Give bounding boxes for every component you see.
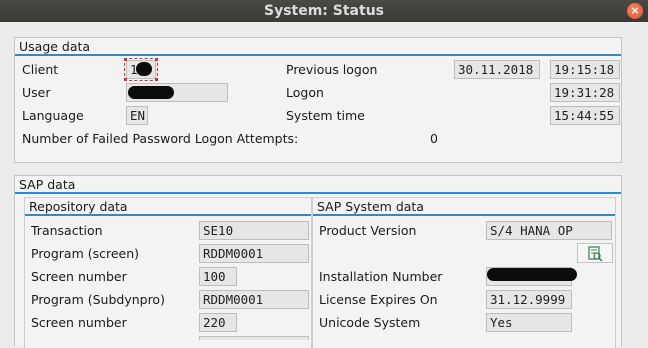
program-subdynpro-value: RDDM0001 bbox=[203, 292, 264, 307]
transaction-label: Transaction bbox=[31, 223, 103, 238]
sap-data-divider bbox=[15, 192, 621, 194]
unicode-system-value: Yes bbox=[490, 315, 513, 330]
selection-corner bbox=[124, 78, 127, 81]
logon-time: 19:31:28 bbox=[554, 85, 615, 100]
installation-number-redaction bbox=[487, 268, 577, 281]
license-expires-value: 31.12.9999 bbox=[490, 292, 566, 307]
component-details-icon bbox=[588, 246, 603, 262]
program-screen-label: Program (screen) bbox=[31, 246, 140, 261]
window-titlebar: System: Status bbox=[0, 0, 648, 22]
selection-corner bbox=[155, 78, 158, 81]
failed-attempts-value: 0 bbox=[430, 131, 438, 146]
installation-number-label: Installation Number bbox=[319, 269, 443, 284]
language-value: EN bbox=[130, 108, 146, 123]
repository-data-title: Repository data bbox=[29, 199, 128, 214]
screen-number-value: 100 bbox=[203, 269, 226, 284]
system-time: 15:44:55 bbox=[554, 108, 615, 123]
selection-corner bbox=[124, 58, 127, 61]
sap-system-data-title: SAP System data bbox=[317, 199, 424, 214]
screen-number2-value: 220 bbox=[203, 315, 226, 330]
screen-number2-field[interactable]: 220 bbox=[199, 313, 237, 332]
program-screen-field[interactable]: RDDM0001 bbox=[199, 244, 309, 263]
close-icon[interactable]: × bbox=[627, 3, 643, 19]
unicode-system-label: Unicode System bbox=[319, 315, 421, 330]
previous-logon-label: Previous logon bbox=[286, 62, 378, 77]
user-label: User bbox=[22, 85, 51, 100]
component-details-button[interactable] bbox=[577, 243, 613, 263]
program-subdynpro-label: Program (Subdynpro) bbox=[31, 292, 165, 307]
unicode-system-field[interactable]: Yes bbox=[486, 313, 572, 332]
product-version-label: Product Version bbox=[319, 223, 417, 238]
product-version-value: S/4 HANA OP bbox=[490, 223, 573, 238]
license-expires-field[interactable]: 31.12.9999 bbox=[486, 290, 572, 309]
partial-field bbox=[199, 336, 309, 340]
window-title: System: Status bbox=[263, 3, 384, 19]
language-label: Language bbox=[22, 108, 84, 123]
previous-logon-time: 19:15:18 bbox=[554, 62, 615, 77]
usage-data-title: Usage data bbox=[19, 39, 91, 54]
screen-number2-label: Screen number bbox=[31, 315, 127, 330]
repository-data-divider bbox=[25, 214, 311, 216]
user-redaction bbox=[128, 86, 174, 99]
usage-data-divider bbox=[15, 54, 621, 56]
logon-time-field[interactable]: 19:31:28 bbox=[550, 83, 620, 102]
logon-label: Logon bbox=[286, 85, 324, 100]
sap-data-title: SAP data bbox=[19, 177, 76, 192]
program-subdynpro-field[interactable]: RDDM0001 bbox=[199, 290, 309, 309]
transaction-field[interactable]: SE10 bbox=[199, 221, 309, 240]
program-screen-value: RDDM0001 bbox=[203, 246, 264, 261]
client-label: Client bbox=[22, 62, 59, 77]
previous-logon-date-field[interactable]: 30.11.2018 bbox=[454, 60, 540, 79]
system-time-field[interactable]: 15:44:55 bbox=[550, 106, 620, 125]
selection-corner bbox=[155, 58, 158, 61]
product-version-field[interactable]: S/4 HANA OP bbox=[486, 221, 612, 240]
redaction-mark bbox=[136, 62, 152, 76]
failed-attempts-label: Number of Failed Password Logon Attempts… bbox=[22, 131, 299, 146]
sap-system-data-divider bbox=[313, 214, 615, 216]
language-field[interactable]: EN bbox=[126, 106, 148, 125]
screen-number-label: Screen number bbox=[31, 269, 127, 284]
previous-logon-date: 30.11.2018 bbox=[458, 62, 534, 77]
license-expires-label: License Expires On bbox=[319, 292, 438, 307]
previous-logon-time-field[interactable]: 19:15:18 bbox=[550, 60, 620, 79]
screen-number-field[interactable]: 100 bbox=[199, 267, 237, 286]
system-time-label: System time bbox=[286, 108, 365, 123]
transaction-value: SE10 bbox=[203, 223, 234, 238]
